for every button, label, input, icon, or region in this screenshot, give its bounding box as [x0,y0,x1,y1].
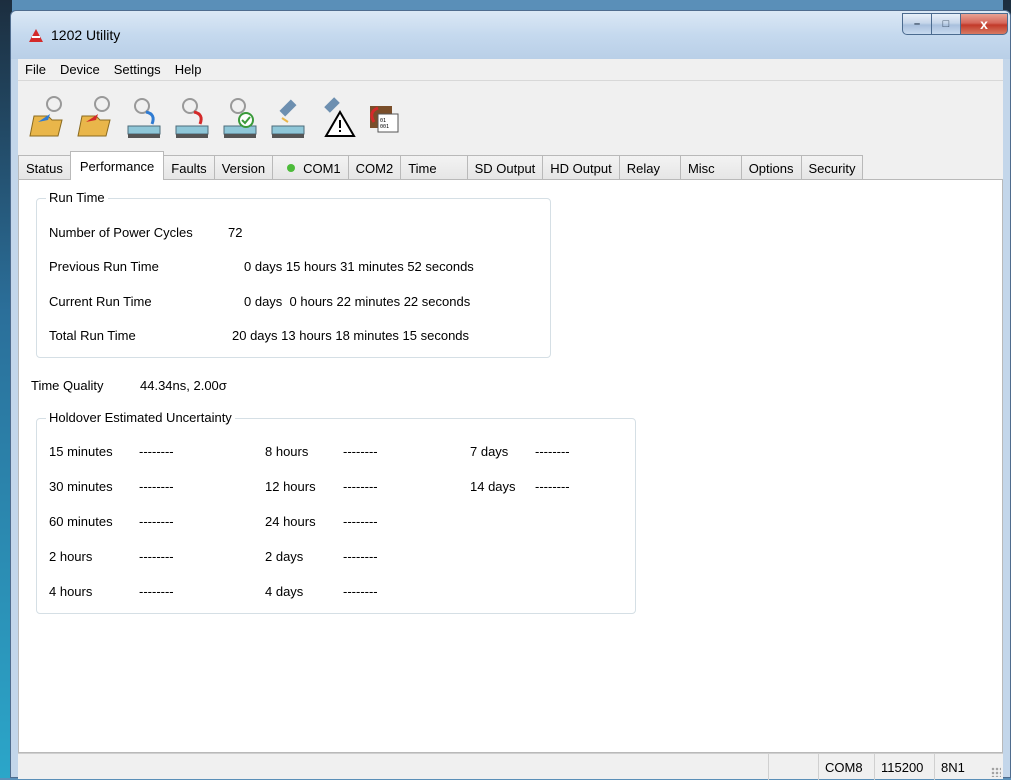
holdover-value: -------- [139,514,174,529]
save-config-icon [77,96,111,137]
tab-bar: Status Performance Faults Version COM1 C… [18,151,1003,180]
satellite-warning-icon [324,97,356,137]
write-device-button[interactable] [172,92,212,140]
svg-text:001: 001 [380,124,389,130]
current-run-time-value: 0 days 0 hours 22 minutes 22 seconds [244,294,471,309]
open-config-icon [29,96,63,137]
holdover-label: 2 hours [49,549,93,564]
app-logo-icon [29,29,43,42]
tab-security[interactable]: Security [800,155,864,180]
status-baud: 115200 [874,754,934,780]
holdover-legend: Holdover Estimated Uncertainty [46,410,235,425]
holdover-label: 30 minutes [49,479,113,494]
verify-device-button[interactable] [220,92,260,140]
holdover-label: 7 days [470,444,509,459]
total-run-time-value: 20 days 13 hours 18 minutes 15 seconds [232,328,470,343]
run-time-legend: Run Time [46,190,108,205]
tab-relay[interactable]: Relay [618,155,681,180]
previous-run-time-label: Previous Run Time [49,259,159,274]
previous-run-time-value: 0 days 15 hours 31 minutes 52 seconds [244,259,474,274]
menu-settings[interactable]: Settings [107,62,168,77]
tab-performance[interactable]: Performance [69,151,165,180]
holdover-label: 4 days [265,584,304,599]
tab-time[interactable]: Time [400,155,468,180]
status-bar: COM8 115200 8N1 [18,753,1003,780]
open-config-button[interactable] [28,92,68,140]
status-port: COM8 [818,754,874,780]
close-icon: x [980,16,988,32]
holdover-label: 14 days [470,479,516,494]
holdover-value: -------- [343,514,378,529]
menu-device[interactable]: Device [53,62,107,77]
tab-sd-output[interactable]: SD Output [466,155,544,180]
holdover-value: -------- [343,444,378,459]
holdover-value: -------- [343,549,378,564]
window-title: 1202 Utility [51,27,121,43]
satellite-connect-icon [271,99,305,138]
status-format: 8N1 [934,754,990,780]
tab-com2[interactable]: COM2 [347,155,402,180]
time-quality-label: Time Quality [31,378,104,393]
close-button[interactable]: x [960,13,1008,35]
toolbar: 01 001 [18,81,1003,151]
write-device-icon [175,98,209,138]
performance-panel: Run Time Number of Power Cycles 72 Previ… [18,179,1003,753]
verify-device-icon [223,98,257,138]
status-spacer [768,754,818,780]
menu-help[interactable]: Help [168,62,209,77]
tab-com1[interactable]: COM1 [272,155,349,180]
holdover-label: 4 hours [49,584,93,599]
time-quality-value: 44.34ns, 2.00σ [140,378,227,393]
resize-grip-icon[interactable] [991,767,1001,777]
current-run-time-label: Current Run Time [49,294,152,309]
tab-status[interactable]: Status [18,155,71,180]
power-cycles-label: Number of Power Cycles [49,225,193,240]
tab-version[interactable]: Version [213,155,274,180]
title-bar[interactable]: 1202 Utility – □ x [11,11,1010,59]
holdover-value: -------- [535,479,570,494]
total-run-time-label: Total Run Time [49,328,136,343]
holdover-label: 15 minutes [49,444,113,459]
tab-options[interactable]: Options [740,155,802,180]
holdover-value: -------- [343,584,378,599]
holdover-value: -------- [139,444,174,459]
save-config-button[interactable] [76,92,116,140]
holdover-value: -------- [535,444,570,459]
tab-hd-output[interactable]: HD Output [542,155,620,180]
holdover-value: -------- [139,584,174,599]
tab-faults[interactable]: Faults [163,155,215,180]
holdover-label: 60 minutes [49,514,113,529]
holdover-label: 12 hours [265,479,316,494]
read-device-icon [127,98,161,138]
read-device-button[interactable] [124,92,164,140]
power-cycles-value: 72 [228,225,243,240]
holdover-value: -------- [343,479,378,494]
holdover-label: 2 days [265,549,304,564]
minimize-button[interactable]: – [902,13,932,35]
firmware-update-icon: 01 001 [370,106,399,133]
holdover-label: 24 hours [265,514,316,529]
holdover-value: -------- [139,479,174,494]
firmware-update-button[interactable]: 01 001 [364,92,404,140]
app-window: 1202 Utility – □ x File Device Settings … [10,10,1011,780]
holdover-label: 8 hours [265,444,309,459]
tab-com1-label: COM1 [303,160,341,176]
tab-misc[interactable]: Misc [679,155,742,180]
connection-status-icon [287,164,296,172]
holdover-value: -------- [139,549,174,564]
maximize-icon: □ [942,18,950,30]
menu-bar: File Device Settings Help [18,59,1003,81]
menu-file[interactable]: File [18,62,53,77]
maximize-button[interactable]: □ [931,13,961,35]
minimize-icon: – [913,18,921,30]
satellite-warning-button[interactable] [316,92,356,140]
satellite-connect-button[interactable] [268,92,308,140]
